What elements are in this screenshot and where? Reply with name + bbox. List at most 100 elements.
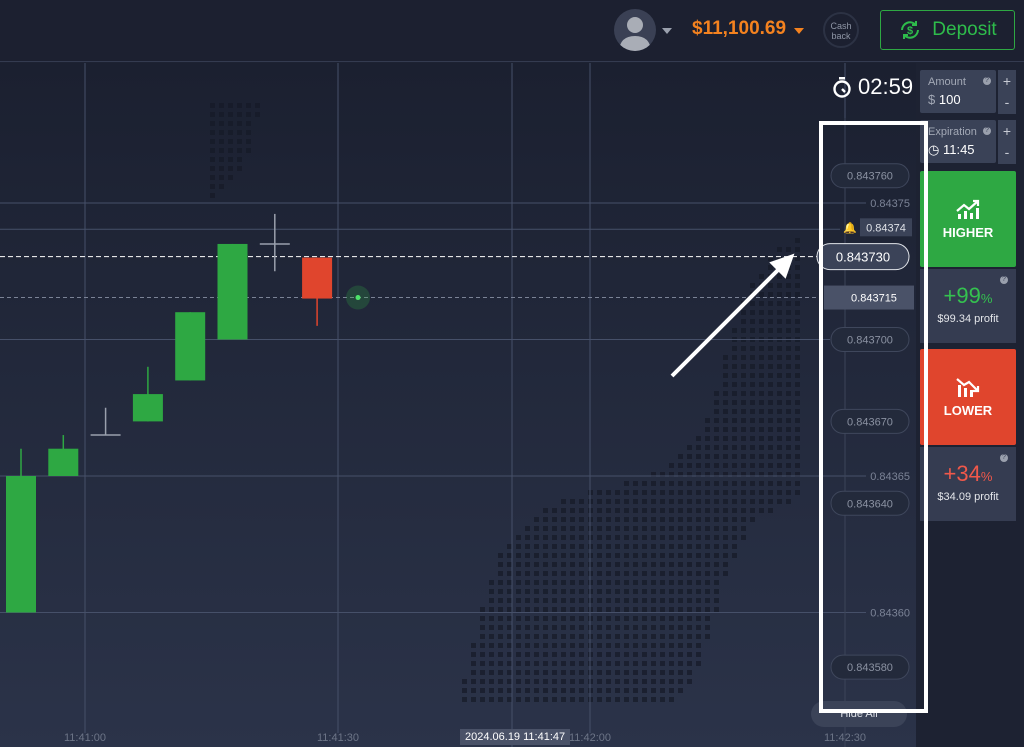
balance-chevron-down-icon[interactable]: [794, 28, 804, 34]
map-dot: [696, 445, 701, 450]
map-dot: [696, 499, 701, 504]
map-dot: [696, 535, 701, 540]
map-dot: [678, 643, 683, 648]
map-dot: [759, 490, 764, 495]
map-dot: [525, 544, 530, 549]
map-dot: [651, 652, 656, 657]
map-dot: [687, 661, 692, 666]
map-dot: [660, 526, 665, 531]
map-dot: [543, 697, 548, 702]
map-dot: [624, 526, 629, 531]
balance[interactable]: $11,100.69: [692, 18, 786, 40]
map-dot: [480, 607, 485, 612]
map-dot: [714, 553, 719, 558]
price-chart[interactable]: 11:41:00 11:41:30 11:42:00 11:42:30 0.84375 0…: [0, 63, 916, 747]
map-dot: [228, 139, 233, 144]
map-dot: [606, 571, 611, 576]
map-dot: [696, 634, 701, 639]
map-dot: [651, 598, 656, 603]
map-dot: [705, 454, 710, 459]
map-dot: [696, 580, 701, 585]
map-dot: [660, 535, 665, 540]
map-dot: [210, 112, 215, 117]
map-dot: [723, 481, 728, 486]
map-dot: [579, 553, 584, 558]
map-dot: [552, 688, 557, 693]
map-dot: [228, 121, 233, 126]
map-dot: [660, 598, 665, 603]
map-dot: [696, 490, 701, 495]
map-dot: [624, 616, 629, 621]
map-dot: [534, 643, 539, 648]
map-dot: [606, 508, 611, 513]
map-dot: [732, 454, 737, 459]
map-dot: [615, 580, 620, 585]
map-dot: [786, 490, 791, 495]
map-dot: [552, 571, 557, 576]
map-dot: [552, 670, 557, 675]
help-icon[interactable]: ?: [983, 77, 991, 85]
higher-button[interactable]: HIGHER: [920, 171, 1016, 267]
map-dot: [741, 535, 746, 540]
map-dot: [723, 364, 728, 369]
candle-body: [302, 257, 333, 299]
map-dot: [543, 580, 548, 585]
map-dot: [543, 634, 548, 639]
map-dot: [579, 688, 584, 693]
map-dot: [525, 652, 530, 657]
map-dot: [534, 535, 539, 540]
help-icon[interactable]: ?: [1000, 276, 1008, 284]
cashback-button[interactable]: Cash back: [823, 12, 859, 48]
map-dot: [741, 328, 746, 333]
map-dot: [489, 625, 494, 630]
amount-field[interactable]: Amount? $ 100: [920, 70, 996, 113]
map-dot: [507, 679, 512, 684]
map-dot: [795, 445, 800, 450]
map-dot: [705, 499, 710, 504]
map-dot: [543, 562, 548, 567]
map-dot: [768, 364, 773, 369]
deposit-button[interactable]: $ Deposit: [880, 10, 1015, 50]
map-dot: [705, 418, 710, 423]
map-dot: [642, 589, 647, 594]
map-dot: [552, 553, 557, 558]
map-dot: [219, 148, 224, 153]
map-dot: [525, 688, 530, 693]
expiration-field[interactable]: Expiration? ◷ 11:45: [920, 120, 996, 163]
map-dot: [498, 670, 503, 675]
help-icon[interactable]: ?: [1000, 454, 1008, 462]
map-dot: [723, 400, 728, 405]
expiration-plus-button[interactable]: +: [998, 120, 1016, 143]
amount-minus-button[interactable]: -: [998, 91, 1016, 114]
map-dot: [516, 643, 521, 648]
expiration-minus-button[interactable]: -: [998, 141, 1016, 164]
map-dot: [237, 157, 242, 162]
avatar-chevron-down-icon[interactable]: [662, 28, 672, 34]
map-dot: [777, 310, 782, 315]
map-dot: [678, 670, 683, 675]
map-dot: [210, 148, 215, 153]
help-icon[interactable]: ?: [983, 127, 991, 135]
clock-icon: ◷: [928, 142, 940, 157]
map-dot: [480, 625, 485, 630]
map-dot: [768, 328, 773, 333]
map-dot: [498, 571, 503, 576]
map-dot: [525, 598, 530, 603]
map-dot: [741, 409, 746, 414]
avatar[interactable]: [614, 9, 656, 51]
map-dot: [696, 562, 701, 567]
map-dot: [543, 535, 548, 540]
map-dot: [696, 526, 701, 531]
map-dot: [561, 517, 566, 522]
map-dot: [507, 562, 512, 567]
map-dot: [534, 517, 539, 522]
map-dot: [534, 562, 539, 567]
map-dot: [534, 598, 539, 603]
amount-plus-button[interactable]: +: [998, 70, 1016, 93]
map-dot: [705, 481, 710, 486]
map-dot: [723, 382, 728, 387]
map-dot: [579, 535, 584, 540]
map-dot: [768, 499, 773, 504]
map-dot: [561, 580, 566, 585]
lower-button[interactable]: LOWER: [920, 349, 1016, 445]
